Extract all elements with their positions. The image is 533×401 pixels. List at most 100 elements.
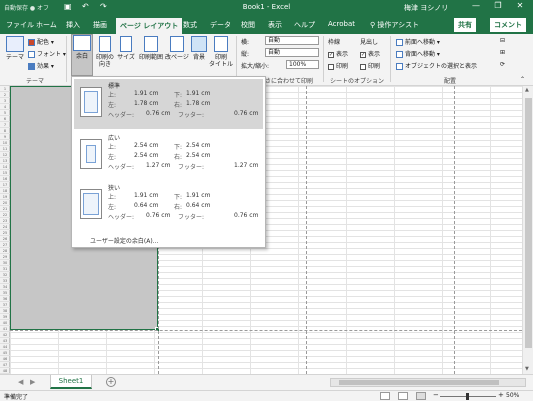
bottom-label: 下: bbox=[174, 144, 183, 151]
zoom-in-button[interactable]: + bbox=[498, 391, 504, 399]
user-name[interactable]: 梅津 ヨシノリ bbox=[404, 3, 448, 13]
tab-view[interactable]: 表示 bbox=[268, 20, 282, 30]
bottom-label: 下: bbox=[174, 194, 183, 201]
tab-acrobat[interactable]: Acrobat bbox=[328, 20, 355, 28]
colors-button[interactable]: 配色 ▾ bbox=[28, 37, 54, 46]
headings-view-label: 表示 bbox=[368, 51, 381, 58]
margin-option-name: 狭い bbox=[108, 185, 121, 192]
tab-file[interactable]: ファイル bbox=[6, 20, 34, 30]
print-area-button[interactable]: 印刷範囲 bbox=[137, 36, 165, 61]
next-sheet-icon[interactable]: ▶ bbox=[30, 378, 35, 386]
themes-label: テーマ bbox=[5, 54, 24, 61]
headings-view-checkbox[interactable]: ✓ 表示 bbox=[360, 49, 380, 58]
group-icon[interactable]: ⊞ bbox=[500, 49, 505, 56]
print-titles-icon bbox=[214, 36, 228, 52]
width-label: 横: bbox=[241, 39, 250, 46]
align-icon[interactable]: ⊟ bbox=[500, 37, 505, 44]
custom-margins-item[interactable]: ユーザー設定の余白(A)... bbox=[90, 236, 158, 245]
collapse-ribbon-icon[interactable]: ⌃ bbox=[520, 76, 525, 83]
fonts-label: フォント ▾ bbox=[37, 51, 66, 58]
footer-label: フッター: bbox=[178, 112, 205, 119]
add-sheet-button[interactable]: + bbox=[106, 377, 116, 387]
fonts-icon bbox=[28, 51, 35, 58]
margin-option-narrow[interactable]: 狭い 上: 1.91 cm 下: 1.91 cm 左: 0.64 cm 右: 0… bbox=[74, 181, 263, 231]
tab-insert[interactable]: 挿入 bbox=[66, 20, 80, 30]
selection-pane-button[interactable]: オブジェクトの選択と表示 bbox=[396, 61, 477, 70]
zoom-level[interactable]: 50% bbox=[506, 392, 519, 399]
minimize-button[interactable]: — bbox=[468, 1, 484, 10]
bottom-value: 1.91 cm bbox=[186, 90, 211, 97]
scroll-thumb[interactable] bbox=[525, 98, 532, 348]
effects-button[interactable]: 効果 ▾ bbox=[28, 61, 54, 70]
zoom-out-button[interactable]: − bbox=[433, 391, 439, 399]
send-backward-button[interactable]: 背面へ移動 ▾ bbox=[396, 49, 440, 58]
breaks-button[interactable]: 改ページ bbox=[165, 36, 189, 61]
page-break-preview-icon[interactable] bbox=[416, 392, 426, 400]
background-icon bbox=[191, 36, 207, 52]
vertical-scrollbar[interactable]: ▲ ▼ bbox=[522, 86, 533, 374]
sheet-tab-bar: ◀ ▶ Sheet1 + bbox=[0, 374, 533, 390]
background-label: 背景 bbox=[192, 54, 205, 61]
footer-label: フッター: bbox=[178, 214, 205, 221]
right-value: 0.64 cm bbox=[186, 202, 211, 209]
scroll-thumb[interactable] bbox=[339, 380, 499, 385]
ribbon-tabs: ファイル ホーム 挿入 描画 ページ レイアウト 数式 データ 校閲 表示 ヘル… bbox=[0, 16, 533, 34]
header-label: ヘッダー: bbox=[108, 112, 135, 119]
left-value: 1.78 cm bbox=[134, 100, 159, 107]
themes-button[interactable]: テーマ bbox=[4, 36, 26, 61]
rotate-icon[interactable]: ⟳ bbox=[500, 61, 505, 68]
selection-pane-icon bbox=[396, 63, 403, 70]
normal-view-icon[interactable] bbox=[380, 392, 390, 400]
sheet-tab-sheet1[interactable]: Sheet1 bbox=[50, 375, 92, 389]
left-label: 左: bbox=[108, 204, 117, 211]
tab-page-layout[interactable]: ページ レイアウト bbox=[116, 18, 183, 34]
margin-option-name: 広い bbox=[108, 135, 121, 142]
tab-review[interactable]: 校閲 bbox=[241, 20, 255, 30]
share-button[interactable]: 共有 bbox=[454, 18, 476, 32]
margin-option-normal[interactable]: 標準 上: 1.91 cm 下: 1.91 cm 左: 1.78 cm 右: 1… bbox=[74, 79, 263, 129]
scroll-down-icon[interactable]: ▼ bbox=[525, 366, 529, 372]
effects-label: 効果 ▾ bbox=[37, 63, 54, 70]
ready-status: 準備完了 bbox=[4, 394, 29, 401]
width-select[interactable]: 自動 bbox=[265, 36, 319, 45]
headings-print-checkbox[interactable]: 印刷 bbox=[360, 61, 380, 70]
sheet-options-group-label: シートのオプション bbox=[329, 78, 384, 85]
margin-option-wide[interactable]: 広い 上: 2.54 cm 下: 2.54 cm 左: 2.54 cm 右: 2… bbox=[74, 131, 263, 181]
tab-home[interactable]: ホーム bbox=[36, 20, 57, 30]
top-label: 上: bbox=[108, 194, 117, 201]
margins-button[interactable]: 余白 bbox=[71, 34, 93, 76]
close-button[interactable]: ✕ bbox=[512, 1, 528, 10]
horizontal-scrollbar[interactable] bbox=[330, 378, 526, 387]
margins-icon bbox=[73, 35, 91, 51]
restore-button[interactable]: ❐ bbox=[490, 1, 506, 10]
tab-help[interactable]: ヘルプ bbox=[294, 20, 315, 30]
margin-option-name: 標準 bbox=[108, 83, 121, 90]
prev-sheet-icon[interactable]: ◀ bbox=[18, 378, 23, 386]
status-bar: 準備完了 − + 50% bbox=[0, 390, 533, 401]
background-button[interactable]: 背景 bbox=[189, 36, 209, 61]
breaks-icon bbox=[170, 36, 184, 52]
tell-me-search[interactable]: ⚲ 操作アシスト bbox=[370, 20, 419, 30]
orientation-icon bbox=[99, 36, 111, 52]
scale-input[interactable]: 100% bbox=[286, 60, 319, 69]
height-select[interactable]: 自動 bbox=[265, 48, 319, 57]
print-titles-button[interactable]: 印刷 タイトル bbox=[209, 36, 233, 68]
zoom-slider-thumb[interactable] bbox=[466, 393, 469, 400]
scroll-up-icon[interactable]: ▲ bbox=[525, 87, 529, 93]
tab-formulas[interactable]: 数式 bbox=[183, 20, 197, 30]
size-button[interactable]: サイズ bbox=[116, 36, 136, 61]
tab-data[interactable]: データ bbox=[210, 20, 231, 30]
tab-draw[interactable]: 描画 bbox=[93, 20, 107, 30]
bring-forward-label: 前面へ移動 ▾ bbox=[405, 39, 440, 46]
gridlines-print-checkbox[interactable]: 印刷 bbox=[328, 61, 348, 70]
bring-forward-button[interactable]: 前面へ移動 ▾ bbox=[396, 37, 440, 46]
header-value: 1.27 cm bbox=[146, 162, 171, 169]
comments-button[interactable]: コメント bbox=[490, 18, 526, 32]
page-layout-view-icon[interactable] bbox=[398, 392, 408, 400]
orientation-button[interactable]: 印刷の 向き bbox=[94, 36, 116, 68]
gridlines-view-checkbox[interactable]: ✓ 表示 bbox=[328, 49, 348, 58]
header-value: 0.76 cm bbox=[146, 110, 171, 117]
fonts-button[interactable]: フォント ▾ bbox=[28, 49, 66, 58]
window-title: Book1 - Excel bbox=[242, 3, 291, 11]
left-value: 2.54 cm bbox=[134, 152, 159, 159]
